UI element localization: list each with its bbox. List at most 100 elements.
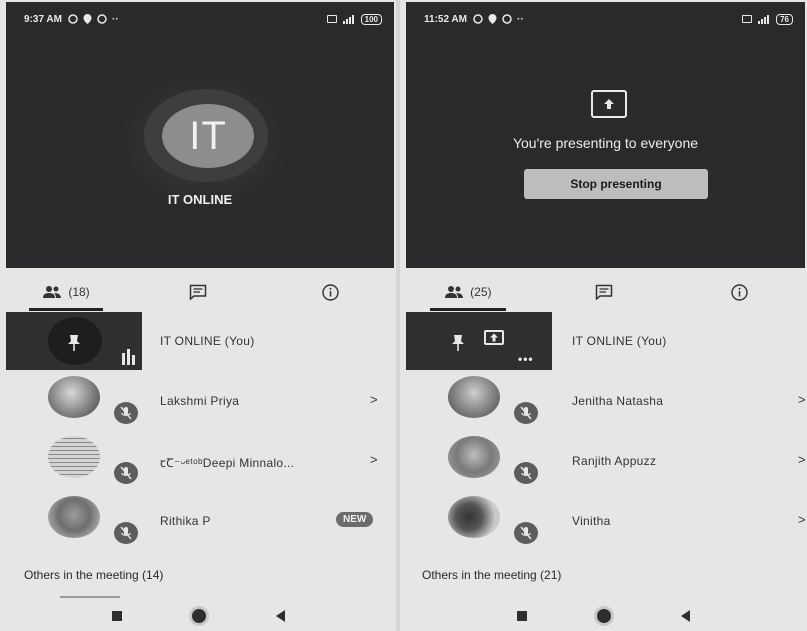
chevron-right-icon[interactable]: >	[370, 392, 378, 407]
mic-off-icon	[120, 526, 132, 540]
android-nav-bar	[400, 601, 807, 631]
people-icon	[43, 286, 62, 298]
meeting-tabs: (18)	[0, 272, 396, 312]
back-icon[interactable]	[275, 610, 285, 622]
status-time: 11:52 AM	[424, 13, 467, 25]
sim-icon	[742, 15, 753, 23]
whatsapp-icon	[97, 13, 107, 24]
recents-icon[interactable]	[111, 611, 122, 621]
phone-screen-right: 11:52 AM ·· 76 You're presenting to ever…	[400, 0, 807, 631]
mic-off-icon	[120, 406, 132, 420]
others-in-meeting[interactable]: Others in the meeting (21)	[422, 568, 561, 582]
participant-row[interactable]: Lakshmi Priya >	[6, 372, 396, 432]
chat-icon	[189, 284, 207, 300]
call-participant-name: IT ONLINE	[167, 192, 233, 207]
chat-icon	[595, 284, 612, 300]
main-avatar: IT	[162, 104, 254, 168]
home-icon[interactable]	[597, 609, 611, 623]
participant-name: Lakshmi Priya	[160, 394, 240, 408]
people-icon	[445, 286, 464, 298]
chevron-right-icon[interactable]: >	[370, 452, 378, 467]
mic-off-badge	[114, 522, 138, 544]
whatsapp-icon	[502, 13, 512, 24]
participant-name: Vinitha	[572, 514, 611, 528]
location-icon	[83, 13, 92, 24]
info-icon	[321, 283, 339, 301]
back-icon[interactable]	[681, 610, 690, 622]
mic-off-icon	[520, 466, 532, 480]
home-icon[interactable]	[191, 609, 206, 623]
participant-name: Ranjith Appuzz	[572, 454, 657, 468]
participant-row[interactable]: Rithika P NEW	[6, 492, 396, 552]
sim-icon	[326, 15, 337, 23]
others-in-meeting[interactable]: Others in the meeting (14)	[24, 568, 163, 582]
mic-off-badge	[514, 402, 538, 424]
signal-icon	[758, 14, 770, 24]
call-stage: 9:37 AM ·· 100 IT IT ONLINE	[6, 2, 394, 268]
stop-presenting-button[interactable]: Stop presenting	[524, 169, 708, 199]
chevron-right-icon[interactable]: >	[798, 512, 806, 527]
tab-people[interactable]: (25)	[400, 272, 536, 312]
self-video-tile	[6, 312, 142, 370]
call-stage: 11:52 AM ·· 76 You're presenting to ever…	[406, 2, 805, 268]
battery-indicator: 100	[360, 13, 382, 25]
participant-name: Rithika P	[160, 514, 211, 528]
notification-icon	[473, 13, 483, 24]
tab-chat[interactable]	[536, 272, 672, 312]
more-notifications-icon: ··	[516, 13, 524, 25]
scroll-hint	[60, 596, 120, 598]
self-participant-row[interactable]: IT ONLINE (You)	[6, 312, 396, 372]
battery-indicator: 76	[776, 13, 793, 25]
self-video-tile: •••	[406, 312, 552, 370]
people-count: (25)	[470, 285, 492, 299]
presenting-message: You're presenting to everyone	[512, 135, 699, 151]
participant-row[interactable]: Jenitha Natasha >	[406, 372, 807, 432]
mic-off-icon	[120, 466, 132, 480]
more-dots-icon[interactable]: •••	[518, 352, 534, 366]
location-icon	[488, 13, 497, 24]
pin-icon[interactable]	[66, 334, 82, 352]
participant-row[interactable]: Ranjith Appuzz >	[406, 432, 807, 492]
notification-icon	[68, 13, 78, 24]
participant-name: Jenitha Natasha	[572, 394, 664, 408]
mic-off-icon	[520, 526, 532, 540]
mic-off-badge	[114, 462, 138, 484]
chevron-right-icon[interactable]: >	[798, 452, 806, 467]
status-bar: 11:52 AM ·· 76	[406, 2, 805, 28]
self-participant-row[interactable]: ••• IT ONLINE (You)	[406, 312, 807, 372]
participant-avatar	[48, 496, 100, 538]
present-screen-icon	[484, 330, 504, 345]
pin-icon[interactable]	[450, 334, 466, 352]
recents-icon[interactable]	[517, 611, 527, 621]
present-screen-icon	[591, 90, 627, 118]
participant-avatar	[448, 436, 500, 478]
new-badge: NEW	[336, 512, 374, 527]
participant-avatar	[448, 376, 500, 418]
mic-off-badge	[514, 522, 538, 544]
people-count: (18)	[68, 285, 90, 299]
status-time: 9:37 AM	[24, 13, 62, 25]
meeting-tabs: (25)	[400, 272, 807, 312]
participant-avatar	[48, 376, 100, 418]
mic-off-badge	[114, 402, 138, 424]
chevron-right-icon[interactable]: >	[798, 392, 806, 407]
more-notifications-icon: ··	[111, 13, 119, 25]
participant-avatar	[48, 436, 100, 478]
participant-row[interactable]: ꞇꞆ⁻ᵕᵉᵗᵒᵇDeepi Minnalo... >	[6, 432, 396, 492]
mic-off-badge	[514, 462, 538, 484]
android-nav-bar	[0, 601, 396, 631]
signal-icon	[342, 14, 354, 24]
audio-level-icon	[122, 349, 135, 365]
tab-info[interactable]	[264, 272, 396, 312]
tab-chat[interactable]	[132, 272, 264, 312]
participant-avatar	[448, 496, 500, 538]
phone-screen-left: 9:37 AM ·· 100 IT IT ONLINE (18) IT ONLI…	[0, 0, 396, 631]
mic-off-icon	[520, 406, 532, 420]
tab-info[interactable]	[671, 272, 807, 312]
tab-people[interactable]: (18)	[0, 272, 132, 312]
participant-name: ꞇꞆ⁻ᵕᵉᵗᵒᵇDeepi Minnalo...	[160, 456, 295, 470]
participant-row[interactable]: Vinitha >	[406, 492, 807, 552]
self-name: IT ONLINE (You)	[160, 334, 255, 348]
status-bar: 9:37 AM ·· 100	[6, 2, 394, 28]
self-name: IT ONLINE (You)	[572, 334, 667, 348]
